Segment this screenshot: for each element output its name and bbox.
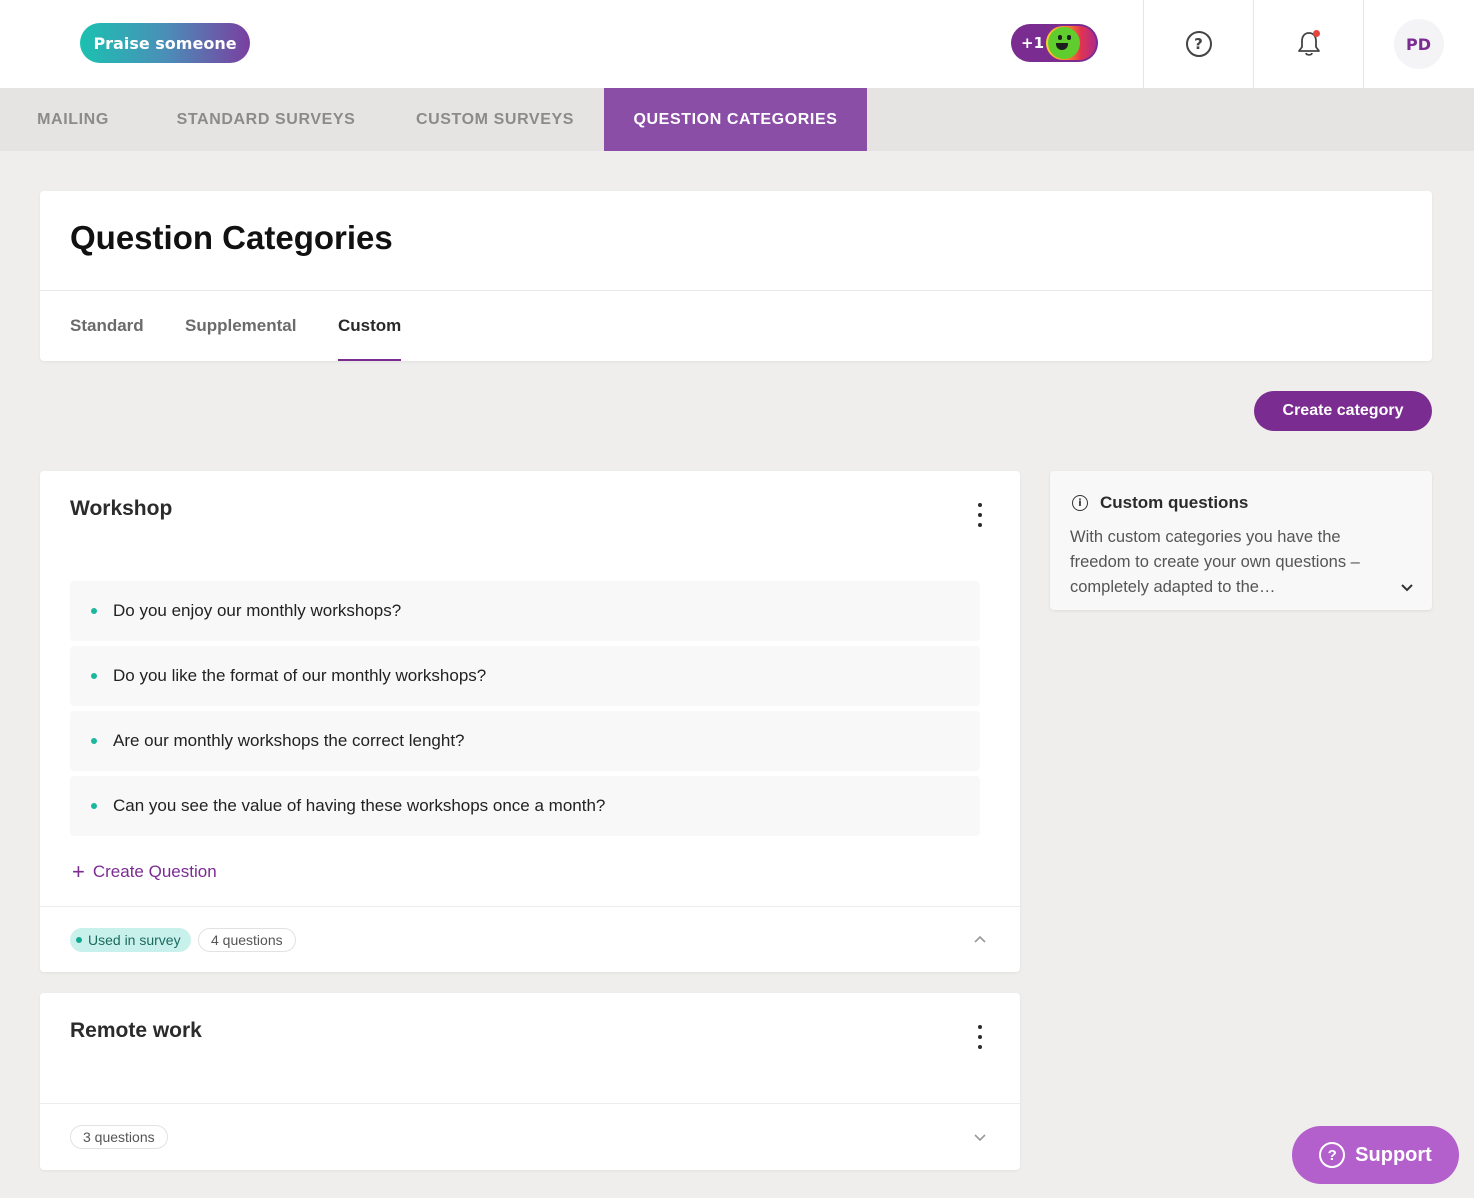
question-text: Can you see the value of having these wo… [113, 796, 606, 815]
page-title: Question Categories [70, 219, 393, 256]
user-menu-button[interactable]: PD [1363, 0, 1473, 88]
bullet-icon [91, 803, 97, 809]
praise-someone-button[interactable]: Praise someone [80, 23, 250, 63]
question-count-badge: 4 questions [198, 928, 296, 952]
question-item[interactable]: Can you see the value of having these wo… [70, 776, 980, 836]
help-icon: ? [1319, 1142, 1346, 1168]
info-icon: i [1072, 495, 1088, 511]
question-item[interactable]: Are our monthly workshops the correct le… [70, 711, 980, 771]
subtab-supplemental[interactable]: Supplemental [185, 291, 296, 361]
more-options-icon[interactable] [972, 503, 988, 527]
support-button[interactable]: ? Support [1292, 1126, 1459, 1184]
more-options-icon[interactable] [972, 1025, 988, 1049]
smiley-icon [1046, 26, 1096, 60]
used-in-survey-badge: Used in survey [70, 928, 191, 952]
tab-question-categories[interactable]: QUESTION CATEGORIES [604, 88, 867, 151]
question-text: Do you like the format of our monthly wo… [113, 666, 487, 685]
plus-one-label: +1 [1021, 34, 1045, 52]
chevron-down-icon[interactable] [972, 1129, 988, 1145]
avatar: PD [1393, 19, 1444, 69]
info-title: Custom questions [1100, 493, 1249, 512]
subtab-standard[interactable]: Standard [70, 291, 144, 361]
divider [40, 906, 1020, 907]
category-card-workshop: Workshop Do you enjoy our monthly worksh… [40, 471, 1020, 972]
question-text: Do you enjoy our monthly workshops? [113, 601, 402, 620]
bullet-icon [91, 673, 97, 679]
help-button[interactable]: ? [1143, 0, 1253, 88]
question-count-badge: 3 questions [70, 1125, 168, 1149]
create-question-label: Create Question [92, 862, 217, 881]
chevron-up-icon[interactable] [972, 932, 988, 948]
tab-custom-surveys[interactable]: CUSTOM SURVEYS [386, 88, 604, 151]
bell-icon [1296, 30, 1322, 58]
create-category-button[interactable]: Create category [1254, 391, 1432, 431]
used-in-survey-label: Used in survey [88, 932, 181, 948]
support-label: Support [1355, 1143, 1432, 1166]
plus-one-badge[interactable]: +1 [1011, 24, 1098, 62]
question-item[interactable]: Do you enjoy our monthly workshops? [70, 581, 980, 641]
custom-questions-info-card: i Custom questions With custom categorie… [1050, 471, 1432, 610]
subtab-custom[interactable]: Custom [338, 291, 402, 361]
help-icon: ? [1185, 31, 1212, 57]
notification-dot [1312, 30, 1320, 37]
category-card-remote-work: Remote work 3 questions [40, 993, 1020, 1170]
top-bar: Praise someone +1 ? PD [0, 0, 1474, 88]
category-title: Remote work [70, 1019, 202, 1042]
bullet-icon [91, 738, 97, 744]
page-header-card: Question Categories Standard Supplementa… [40, 191, 1432, 361]
tab-mailing[interactable]: MAILING [0, 88, 146, 151]
main-nav: MAILING STANDARD SURVEYS CUSTOM SURVEYS … [0, 88, 1474, 151]
chevron-down-icon[interactable] [1399, 579, 1415, 595]
info-text: With custom categories you have the free… [1070, 528, 1360, 596]
question-text: Are our monthly workshops the correct le… [113, 731, 465, 750]
divider [40, 1103, 1020, 1104]
bullet-icon [91, 608, 97, 614]
create-question-button[interactable]: + Create Question [72, 861, 217, 883]
plus-icon: + [72, 859, 85, 884]
question-item[interactable]: Do you like the format of our monthly wo… [70, 646, 980, 706]
tab-standard-surveys[interactable]: STANDARD SURVEYS [146, 88, 386, 151]
category-title: Workshop [70, 497, 173, 520]
notifications-button[interactable] [1253, 0, 1363, 88]
